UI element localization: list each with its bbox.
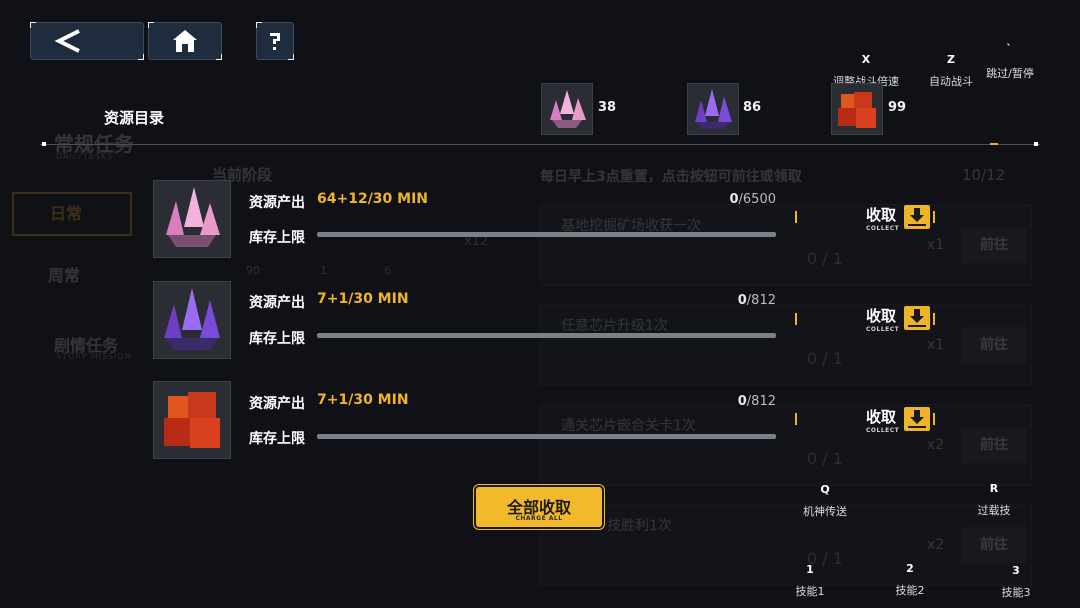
capacity-current: 0	[729, 192, 739, 207]
purple-crystal-icon	[164, 288, 220, 350]
tick-mark	[795, 413, 797, 425]
capacity-label: 库存上限	[249, 331, 305, 347]
pink-crystal-icon	[550, 90, 586, 128]
hotkey-1: 1	[806, 563, 814, 576]
collect-label: 收取	[866, 206, 897, 224]
hotkey-backtick-label: 跳过/暂停	[986, 67, 1034, 80]
output-rate: 64+12/30 MIN	[317, 191, 429, 207]
capacity-bar	[317, 232, 776, 237]
charge-all-button[interactable]: 全部收取 CHARGE ALL	[476, 487, 602, 527]
purple-crystal-icon	[695, 89, 732, 129]
capacity-label: 库存上限	[249, 431, 305, 447]
capacity-label: 库存上限	[249, 230, 305, 246]
download-icon	[904, 205, 930, 229]
divider-line	[40, 144, 1040, 145]
corner-mark	[138, 54, 144, 60]
corner-mark	[148, 22, 154, 28]
hotkey-2-label: 技能2	[895, 584, 925, 597]
hotkey-x: X	[861, 53, 871, 66]
output-label: 资源产出	[249, 195, 305, 211]
capacity-bar	[317, 333, 776, 338]
capacity-max: /812	[746, 394, 776, 409]
download-icon	[904, 407, 930, 431]
capacity-value: 0/6500	[690, 192, 776, 207]
output-label: 资源产出	[249, 396, 305, 412]
pink-crystal-icon	[166, 187, 220, 247]
output-rate: 7+1/30 MIN	[317, 291, 409, 307]
corner-mark	[216, 54, 222, 60]
capacity-bar	[317, 434, 776, 439]
purple-crystal-count: 86	[743, 100, 762, 115]
hotkey-q: Q	[820, 483, 830, 496]
collect-button[interactable]: 收取 COLLECT	[866, 407, 932, 437]
hotkey-3-label: 技能3	[1001, 586, 1031, 599]
hotkey-r: R	[989, 482, 999, 495]
tick-mark	[795, 313, 797, 325]
hotkey-1-label: 技能1	[795, 585, 825, 598]
collect-button[interactable]: 收取 COLLECT	[866, 306, 932, 336]
capacity-current: 0	[737, 293, 747, 308]
capacity-max: /812	[746, 293, 776, 308]
tick-mark	[933, 413, 935, 425]
charge-all-label-en: CHARGE ALL	[515, 515, 563, 522]
panel-title: 资源目录	[104, 109, 165, 127]
pink-crystal-thumb	[153, 180, 231, 258]
collect-button[interactable]: 收取 COLLECT	[866, 205, 932, 235]
output-label: 资源产出	[249, 295, 305, 311]
back-button[interactable]	[30, 22, 144, 60]
red-ore-thumb	[153, 381, 231, 459]
red-ore-icon	[164, 392, 220, 448]
hotkey-r-label: 过载技	[977, 504, 1011, 517]
divider-marker	[1034, 142, 1038, 146]
hotkey-2: 2	[906, 562, 914, 575]
capacity-max: /6500	[738, 192, 776, 207]
help-icon	[270, 33, 280, 50]
collect-label: 收取	[866, 307, 897, 325]
collect-label-en: COLLECT	[866, 225, 900, 232]
capacity-value: 0/812	[690, 293, 776, 308]
corner-mark	[288, 54, 294, 60]
hotkey-q-label: 机神传送	[803, 505, 847, 518]
tick-mark	[795, 211, 797, 223]
home-icon	[173, 30, 197, 52]
corner-mark	[30, 22, 36, 28]
collect-label-en: COLLECT	[866, 326, 900, 333]
output-rate: 7+1/30 MIN	[317, 392, 409, 408]
back-arrow-icon	[54, 29, 80, 53]
red-ore-thumb	[831, 83, 883, 135]
pink-crystal-thumb	[541, 83, 593, 135]
capacity-value: 0/812	[690, 394, 776, 409]
collect-label-en: COLLECT	[866, 427, 900, 434]
hotkey-3: 3	[1012, 564, 1020, 577]
help-button[interactable]	[256, 22, 294, 60]
hotkey-z: Z	[947, 53, 955, 66]
pink-crystal-count: 38	[598, 100, 617, 115]
capacity-current: 0	[737, 394, 747, 409]
purple-crystal-thumb	[687, 83, 739, 135]
purple-crystal-thumb	[153, 281, 231, 359]
divider-marker	[42, 142, 46, 146]
tick-mark	[933, 211, 935, 223]
red-ore-icon	[838, 92, 876, 128]
home-button[interactable]	[148, 22, 222, 60]
divider-marker	[990, 143, 998, 145]
corner-mark	[256, 22, 262, 28]
tick-mark	[933, 313, 935, 325]
download-icon	[904, 306, 930, 330]
red-ore-count: 99	[888, 100, 907, 115]
collect-label: 收取	[866, 408, 897, 426]
hotkey-z-label: 自动战斗	[929, 75, 973, 88]
hotkey-backtick: `	[1006, 42, 1012, 55]
